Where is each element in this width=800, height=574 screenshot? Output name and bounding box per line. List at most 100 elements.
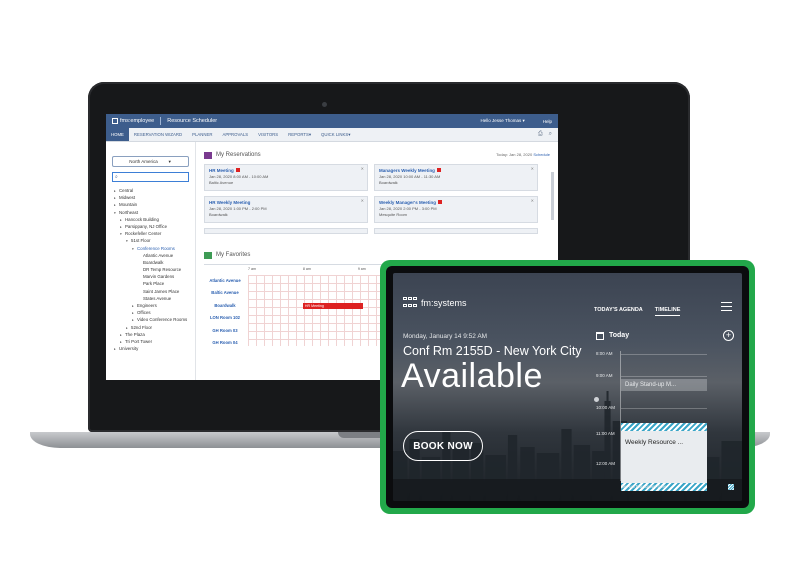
tree-item[interactable]: ▸ Tri Port Tower (106, 338, 195, 345)
timeline-time: 8:00 AM (596, 351, 613, 356)
tab-home[interactable]: HOME (106, 128, 129, 141)
hour-label: 9 am (357, 267, 366, 271)
tab-reservation-wizard[interactable]: RESERVATION WIZARD (129, 128, 187, 141)
app-logo[interactable]: fms:employee (112, 118, 154, 124)
tree-item[interactable]: Marvin Gardens (106, 273, 195, 280)
booking-bar[interactable]: HR Meeting (302, 302, 364, 309)
tree-item[interactable]: ▸ Offices (106, 309, 195, 316)
tree-item[interactable]: ▸ Hancock Building (106, 216, 195, 223)
schedule-link[interactable]: Schedule (533, 152, 550, 157)
tree-item[interactable]: ▾ Conference Rooms (106, 245, 195, 252)
book-now-button[interactable]: BOOK NOW (403, 431, 483, 461)
tree-item-label: DR Temp Resource (143, 267, 182, 273)
hamburger-menu-icon[interactable] (721, 302, 732, 311)
favorites-icon (204, 251, 212, 259)
tree-item[interactable]: Boardwalk (106, 259, 195, 266)
tree-item-label: The Plaza (125, 331, 145, 337)
close-icon[interactable]: ✕ (361, 166, 364, 171)
tree-item[interactable]: ▸ 52nd Floor (106, 324, 195, 331)
tree-item[interactable]: Atlantic Avenue (106, 252, 195, 259)
event-title: Weekly Resource ... (625, 439, 684, 446)
tablet-tabs: TODAY'S AGENDA TIMELINE (594, 307, 681, 316)
tree-item[interactable]: DR Temp Resource (106, 266, 195, 273)
laptop-camera (322, 102, 327, 107)
favorite-room-link[interactable]: GH Room 03 (204, 328, 246, 333)
tab-timeline[interactable]: TIMELINE (654, 307, 681, 316)
day-label: Today (609, 332, 630, 339)
timeline-gridline (621, 376, 707, 377)
tree-item[interactable]: ▾ 51st Floor (106, 237, 195, 244)
hour-label: 8 am (302, 267, 311, 271)
close-icon[interactable]: ✕ (531, 198, 534, 203)
tree-item-label: Hancock Building (125, 216, 159, 222)
favorite-room-link[interactable]: GH Room 04 (204, 340, 246, 345)
calendar-icon (596, 332, 604, 340)
tree-item-label: Offices (137, 310, 151, 316)
close-icon[interactable]: ✕ (361, 198, 364, 203)
tablet-bezel: fm:systems TODAY'S AGENDA TIMELINE Monda… (386, 266, 749, 508)
tree-search-input[interactable]: ⌕ (112, 172, 189, 182)
tab-visitors[interactable]: VISITORS (253, 128, 283, 141)
timeline-gridline (621, 354, 707, 355)
tree-item[interactable]: Park Place (106, 280, 195, 287)
tree-item[interactable]: ▾ Northeast (106, 209, 195, 216)
tree-item[interactable]: ▸ Engineers (106, 302, 195, 309)
nav-tools: ⎙ ⌕ (538, 128, 558, 141)
tree-item[interactable]: ▸ Mountain (106, 201, 195, 208)
tab-reports[interactable]: REPORTS ▾ (283, 128, 316, 141)
event-weekly-resource[interactable]: Weekly Resource ... (621, 423, 707, 491)
tree-item-label: 51st Floor (131, 238, 151, 244)
tree-item-label: Northeast (119, 209, 139, 215)
timeline-gridline (621, 408, 707, 409)
tab-approvals[interactable]: APPROVALS (217, 128, 253, 141)
tree-item-label: Boardwalk (143, 259, 164, 265)
tree-item[interactable]: ▸ Midwest (106, 194, 195, 201)
reservation-card-partial[interactable] (374, 228, 538, 234)
tree-item[interactable]: States Avenue (106, 295, 195, 302)
region-select[interactable]: North America ▼ (112, 156, 189, 167)
tree-item[interactable]: ▸ Central (106, 187, 195, 194)
tree-item-label: Mountain (119, 202, 138, 208)
current-time-dot (594, 397, 599, 402)
tree-item-label: 52nd Floor (131, 324, 152, 330)
timeline-time: 10:00 AM (596, 405, 616, 410)
favorite-room-link[interactable]: Atlantic Avenue (204, 278, 246, 283)
hatch-legend-icon (728, 484, 734, 490)
tree-item[interactable]: ▸ Parsippany, NJ Office (106, 223, 195, 230)
tree-item[interactable]: ▸ University (106, 345, 195, 352)
tree-item-label: Atlantic Avenue (143, 252, 174, 258)
favorite-room-link[interactable]: Baltic Avenue (204, 290, 246, 295)
tab-quick-links[interactable]: QUICK LINKS ▾ (316, 128, 355, 141)
status-icon (235, 168, 240, 172)
timeline-time: 12:00 AM (596, 461, 616, 466)
tablet-screen: fm:systems TODAY'S AGENDA TIMELINE Monda… (393, 273, 742, 501)
status-icon (438, 200, 443, 204)
reservation-card[interactable]: HR Meeting Jan 28, 2020 8:00 AM - 10:00 … (204, 164, 368, 191)
reservation-card[interactable]: Weekly Manager's Meeting Jan 28, 2020 2:… (374, 196, 538, 223)
timeline-time: 11:00 AM (596, 431, 615, 436)
search-icon[interactable]: ⌕ (549, 131, 552, 138)
close-icon[interactable]: ✕ (531, 166, 534, 171)
tree-item-label: Central (119, 188, 134, 193)
help-link[interactable]: Help (543, 119, 552, 124)
tab-planner[interactable]: PLANNER (187, 128, 217, 141)
tree-item-label: Midwest (119, 195, 136, 201)
tree-item[interactable]: Saint James Place (106, 288, 195, 295)
user-menu[interactable]: Hello Jesse Thomas ▾ (481, 118, 525, 124)
reservations-scrollbar[interactable] (551, 172, 554, 220)
add-icon[interactable]: + (723, 330, 734, 341)
tree-item[interactable]: ▸ The Plaza (106, 331, 195, 338)
tree-item[interactable]: ▾ Rockefeller Center (106, 230, 195, 237)
event-daily-standup[interactable]: Daily Stand-up M... (621, 379, 707, 391)
reservation-card[interactable]: Managers Weekly Meeting Jan 28, 2020 10:… (374, 164, 538, 191)
tree-item-label: Video Conference Rooms (137, 317, 188, 323)
tree-item[interactable]: ▸ Video Conference Rooms (106, 316, 195, 323)
print-icon[interactable]: ⎙ (538, 131, 543, 138)
tab-todays-agenda[interactable]: TODAY'S AGENDA (594, 307, 643, 316)
reservation-card-partial[interactable] (204, 228, 368, 234)
tree-item-label: Marvin Gardens (143, 274, 175, 280)
favorite-room-link[interactable]: Boardwalk (204, 303, 246, 308)
tablet-frame: fm:systems TODAY'S AGENDA TIMELINE Monda… (380, 260, 755, 514)
reservation-card[interactable]: HR Weekly Meeting Jan 28, 2020 1:00 PM -… (204, 196, 368, 223)
favorite-room-link[interactable]: LON Room 102 (204, 315, 246, 320)
